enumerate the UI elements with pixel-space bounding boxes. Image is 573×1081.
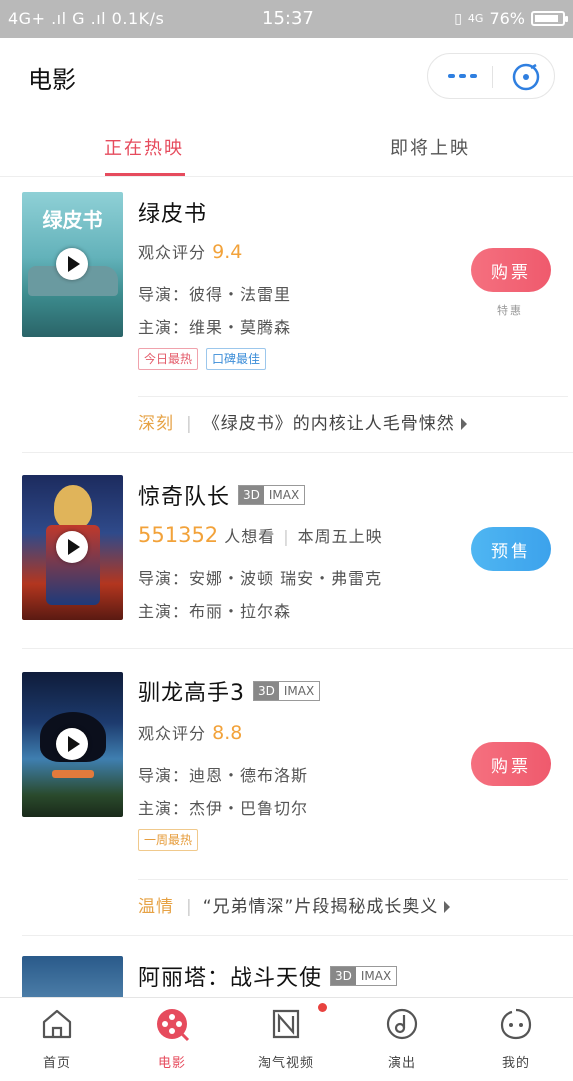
- battery-percent: 76%: [489, 9, 525, 28]
- video-icon: [272, 1009, 300, 1039]
- movie-item[interactable]: 绿皮书 绿皮书 观众评分 9.4 导演：彼得・法雷里 主演：维果・莫腾森 今日最…: [0, 176, 573, 452]
- movie-title: 绿皮书: [138, 202, 208, 227]
- tag-hot-week: 一周最热: [138, 829, 199, 851]
- recommendation-link[interactable]: 深刻 | 《绿皮书》的内核让人毛骨悚然: [138, 396, 568, 451]
- home-icon: [42, 1009, 72, 1039]
- notification-dot: [318, 1003, 327, 1012]
- nav-video[interactable]: 淘气视频: [246, 1003, 327, 1071]
- app-header: 电影: [0, 38, 573, 118]
- movie-poster[interactable]: 绿皮书: [22, 192, 123, 337]
- tag-best-rated: 口碑最佳: [206, 348, 267, 370]
- movie-title: 驯龙高手3 3D IMAX: [138, 675, 321, 707]
- movie-cast: 主演：杰伊・巴鲁切尔: [138, 799, 309, 818]
- format-badge: 3D IMAX: [253, 681, 321, 701]
- movie-cast: 主演：维果・莫腾森: [138, 318, 292, 337]
- rec-keyword: 温情: [138, 897, 174, 917]
- rec-text: “兄弟情深”片段揭秘成长奥义: [202, 897, 439, 917]
- recommendation-link[interactable]: 温情 | “兄弟情深”片段揭秘成长奥义: [138, 879, 568, 934]
- battery-icon: [531, 11, 568, 26]
- bottom-nav: 首页 电影 淘气视频 演出 我的: [0, 997, 573, 1081]
- play-icon[interactable]: [56, 248, 88, 280]
- nav-label: 首页: [42, 1056, 71, 1071]
- movie-director: 导演：安娜・波顿 瑞安・弗雷克: [138, 569, 383, 588]
- play-icon[interactable]: [56, 728, 88, 760]
- network-4g: 4G: [467, 12, 484, 25]
- movie-tags: 一周最热: [138, 829, 199, 851]
- status-right: ▯ 4G 76%: [454, 9, 568, 28]
- network-status: 4G+ .ıl G .ıl 0.1K/s: [8, 9, 165, 28]
- clock: 15:37: [262, 8, 314, 29]
- page-title: 电影: [28, 66, 76, 94]
- format-badge: 3D IMAX: [330, 966, 398, 986]
- mini-program-capsule: [427, 53, 555, 99]
- movie-poster[interactable]: [22, 672, 123, 817]
- nav-mine[interactable]: 我的: [476, 1006, 556, 1071]
- chevron-right-icon: [444, 901, 451, 913]
- movie-item[interactable]: 惊奇队长 3D IMAX 551352 人想看 | 本周五上映 导演：安娜・波顿 瑞安…: [0, 453, 573, 648]
- film-reel-icon: [157, 1009, 190, 1042]
- nav-movie[interactable]: 电影: [132, 1006, 212, 1071]
- rec-keyword: 深刻: [138, 414, 174, 434]
- more-icon[interactable]: [448, 74, 477, 78]
- movie-score: 观众评分 9.4: [138, 241, 243, 263]
- movie-item[interactable]: 阿丽塔：战斗天使 3D IMAX: [0, 936, 573, 997]
- movie-item[interactable]: 驯龙高手3 3D IMAX 观众评分 8.8 导演：迪恩・德布洛斯 主演：杰伊・巴…: [0, 649, 573, 935]
- movie-poster[interactable]: [22, 956, 123, 997]
- format-badge: 3D IMAX: [238, 485, 306, 505]
- tab-now-showing[interactable]: 正在热映: [104, 134, 184, 160]
- movie-director: 导演：彼得・法雷里: [138, 285, 292, 304]
- nav-show[interactable]: 演出: [362, 1006, 442, 1071]
- tab-bar: 正在热映 即将上映: [0, 118, 573, 177]
- face-icon: [500, 1008, 532, 1040]
- tab-coming-soon[interactable]: 即将上映: [390, 134, 470, 160]
- release-date: 本周五上映: [297, 527, 383, 546]
- score-value: 8.8: [212, 722, 243, 744]
- movie-poster[interactable]: [22, 475, 123, 620]
- nav-label: 淘气视频: [257, 1056, 314, 1071]
- want-count: 551352: [138, 523, 219, 547]
- nav-label: 电影: [157, 1056, 186, 1071]
- vibrate-icon: ▯: [454, 10, 462, 27]
- close-icon[interactable]: [512, 63, 540, 91]
- nav-home[interactable]: 首页: [17, 1006, 97, 1071]
- movie-tags: 今日最热 口碑最佳: [138, 348, 267, 370]
- presale-button[interactable]: 预售: [471, 527, 551, 571]
- movie-cast: 主演：布丽・拉尔森: [138, 602, 292, 621]
- movie-title: 惊奇队长 3D IMAX: [138, 479, 306, 511]
- chevron-right-icon: [460, 418, 467, 430]
- nav-label: 我的: [501, 1056, 530, 1071]
- music-note-icon: [386, 1008, 418, 1040]
- want-to-see: 551352 人想看 | 本周五上映: [138, 523, 383, 547]
- play-icon[interactable]: [56, 531, 88, 563]
- nav-label: 演出: [387, 1056, 416, 1071]
- buy-ticket-button[interactable]: 购票: [471, 248, 551, 292]
- tag-hot-today: 今日最热: [138, 348, 199, 370]
- rec-text: 《绿皮书》的内核让人毛骨悚然: [202, 414, 455, 434]
- buy-ticket-button[interactable]: 购票: [471, 742, 551, 786]
- discount-note: 特惠: [497, 304, 523, 317]
- poster-title: 绿皮书: [42, 208, 103, 232]
- movie-director: 导演：迪恩・德布洛斯: [138, 766, 309, 785]
- status-bar: 4G+ .ıl G .ıl 0.1K/s 15:37 ▯ 4G 76%: [0, 0, 573, 38]
- movie-score: 观众评分 8.8: [138, 722, 243, 744]
- movie-title: 阿丽塔：战斗天使 3D IMAX: [138, 960, 398, 992]
- score-value: 9.4: [212, 241, 243, 263]
